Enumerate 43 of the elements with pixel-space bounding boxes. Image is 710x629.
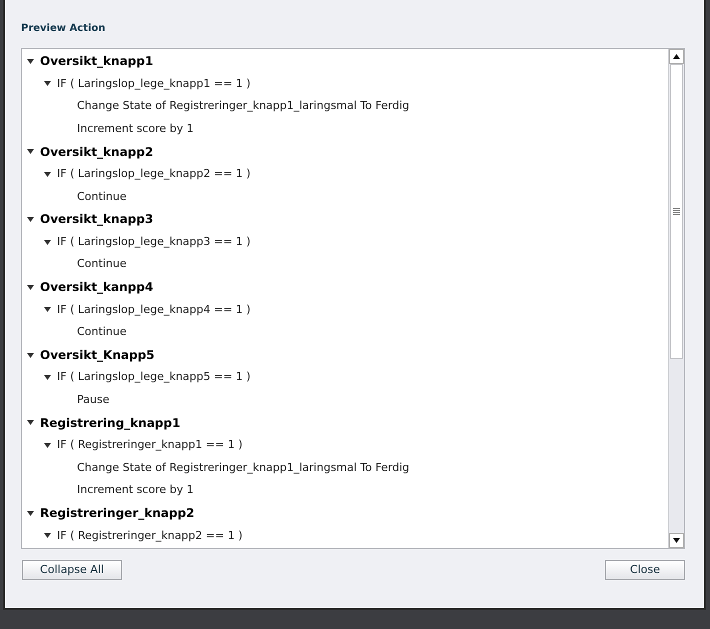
caret-down-icon[interactable] <box>43 238 52 247</box>
action-label: Increment score by 1 <box>77 482 194 498</box>
caret-down-icon[interactable] <box>43 79 52 88</box>
scrollbar[interactable] <box>668 49 684 548</box>
condition-label: IF ( Laringslop_lege_knapp1 == 1 ) <box>57 76 251 92</box>
caret-down-icon[interactable] <box>43 373 52 382</box>
caret-down-icon[interactable] <box>26 214 35 224</box>
action-label: Increment score by 1 <box>77 120 194 137</box>
scroll-up-icon[interactable] <box>669 49 684 64</box>
caret-down-icon[interactable] <box>43 305 52 314</box>
dialog-title: Preview Action <box>21 23 106 34</box>
caret-down-icon[interactable] <box>26 282 35 292</box>
caret-down-icon[interactable] <box>43 531 52 540</box>
action-label: Continue <box>77 324 126 340</box>
action-label: Pause <box>77 392 110 408</box>
close-button[interactable]: Close <box>605 560 685 580</box>
caret-down-icon[interactable] <box>26 350 35 360</box>
trigger-label: Oversikt_knapp3 <box>40 211 154 228</box>
trigger-label: Oversikt_knapp2 <box>40 144 154 161</box>
condition-label: IF ( Laringslop_lege_knapp4 == 1 ) <box>57 302 251 318</box>
caret-down-icon[interactable] <box>26 147 35 156</box>
action-label: Change State of Registreringer_knapp1_laringsmal To Ferdig <box>77 98 410 114</box>
trigger-label: Oversikt_kanpp4 <box>40 279 154 296</box>
action-label: Continue <box>77 188 126 205</box>
collapse-all-button[interactable]: Collapse All <box>22 560 122 580</box>
caret-down-icon[interactable] <box>43 440 52 450</box>
caret-down-icon[interactable] <box>26 418 35 428</box>
caret-down-icon[interactable] <box>43 170 52 179</box>
caret-down-icon[interactable] <box>26 56 35 66</box>
scroll-down-icon[interactable] <box>669 533 684 548</box>
action-label: Change State of Registreringer_knapp1_laringsmal To Ferdig <box>77 460 410 476</box>
condition-label: IF ( Laringslop_lege_knapp3 == 1 ) <box>57 234 251 250</box>
trigger-label: Registrering_knapp1 <box>40 414 180 432</box>
condition-label: IF ( Registreringer_knapp2 == 1 ) <box>57 528 242 544</box>
scroll-thumb[interactable] <box>670 64 683 359</box>
action-label: Continue <box>77 256 126 272</box>
condition-label: IF ( Registreringer_knapp1 == 1 ) <box>57 437 242 454</box>
condition-label: IF ( Laringslop_lege_knapp5 == 1 ) <box>57 369 251 386</box>
condition-label: IF ( Laringslop_lege_knapp2 == 1 ) <box>57 166 251 182</box>
trigger-label: Registreringer_knapp2 <box>40 505 194 522</box>
caret-down-icon[interactable] <box>26 508 35 518</box>
trigger-label: Oversikt_knapp1 <box>40 53 154 70</box>
trigger-label: Oversikt_Knapp5 <box>40 347 155 364</box>
